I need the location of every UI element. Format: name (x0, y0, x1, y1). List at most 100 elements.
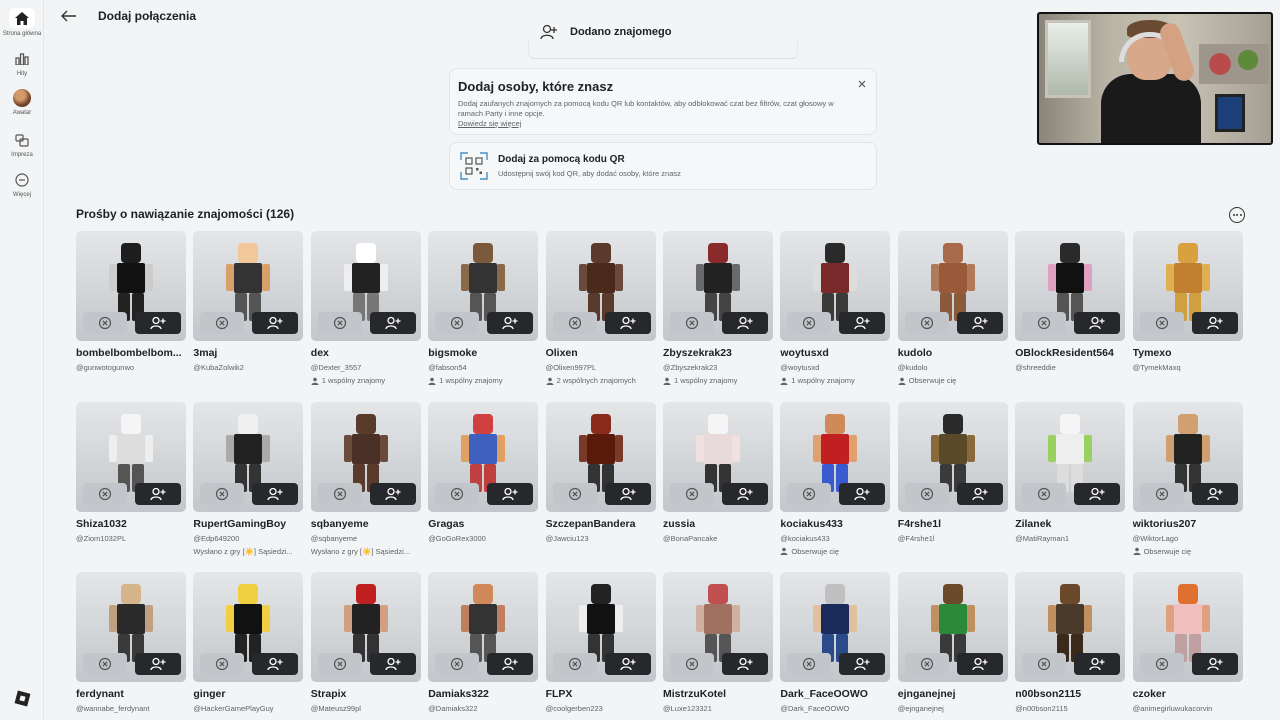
avatar-thumbnail[interactable] (897, 401, 1008, 512)
request-display-name[interactable]: MistrzuKotel (663, 688, 775, 700)
request-display-name[interactable]: n00bson2115 (1015, 688, 1127, 700)
accept-button[interactable] (1074, 653, 1121, 675)
friend-request-card[interactable]: kudolo @kudolo Obserwuje cię (897, 231, 1010, 385)
friend-request-card[interactable]: kociakus433 @kociakus433 Obserwuje cię (780, 401, 892, 556)
sidebar-item-home[interactable]: Strona główna (0, 8, 44, 44)
accept-button[interactable] (487, 482, 534, 505)
accept-button[interactable] (956, 653, 1003, 675)
decline-button[interactable] (1139, 312, 1184, 334)
decline-button[interactable] (1022, 482, 1067, 505)
request-display-name[interactable]: Tymexo (1133, 347, 1245, 359)
avatar-thumbnail[interactable] (1132, 401, 1243, 512)
sidebar-item-avatar[interactable]: Awatar (0, 89, 44, 125)
accept-button[interactable] (1191, 312, 1238, 334)
avatar-thumbnail[interactable] (1015, 231, 1126, 341)
avatar-thumbnail[interactable] (310, 572, 421, 682)
friend-request-card[interactable]: woytusxd @woytusxd 1 wspólny znajomy (780, 231, 891, 385)
friend-request-card[interactable]: ginger @HackerGamePlayGuy (193, 572, 305, 713)
decline-button[interactable] (904, 653, 949, 675)
close-icon[interactable] (856, 77, 868, 89)
request-display-name[interactable]: kociakus433 (780, 518, 892, 530)
accept-button[interactable] (839, 312, 886, 334)
sidebar-item-more[interactable]: Więcej (0, 171, 44, 207)
avatar-thumbnail[interactable] (193, 231, 304, 341)
friend-request-card[interactable]: ejnganejnej @ejnganejnej (897, 572, 1008, 713)
decline-button[interactable] (83, 653, 127, 675)
sidebar-item-charts[interactable]: Hity (0, 50, 44, 86)
request-display-name[interactable]: 3maj (193, 347, 305, 359)
friend-request-card[interactable]: bigsmoke @fabson54 1 wspólny znajomy (428, 231, 539, 385)
decline-button[interactable] (200, 482, 245, 505)
accept-button[interactable] (839, 653, 886, 675)
avatar-thumbnail[interactable] (310, 231, 421, 341)
friend-request-card[interactable]: ferdynant @wannabe_ferdynant (76, 572, 186, 713)
avatar-thumbnail[interactable] (76, 231, 186, 341)
avatar-thumbnail[interactable] (428, 401, 539, 512)
request-display-name[interactable]: OBlockResident564 (1015, 347, 1127, 359)
avatar-thumbnail[interactable] (545, 401, 656, 512)
decline-button[interactable] (904, 482, 949, 505)
accept-button[interactable] (135, 482, 181, 505)
avatar-thumbnail[interactable] (663, 231, 773, 341)
accept-button[interactable] (604, 653, 651, 675)
request-display-name[interactable]: wiktorius207 (1133, 518, 1245, 530)
decline-button[interactable] (200, 312, 245, 334)
request-display-name[interactable]: FLPX (546, 688, 658, 700)
friend-request-card[interactable]: MistrzuKotel @Luxe123321 (663, 572, 773, 713)
accept-button[interactable] (369, 653, 416, 675)
request-display-name[interactable]: kudolo (898, 347, 1010, 359)
avatar-thumbnail[interactable] (1132, 231, 1243, 341)
request-display-name[interactable]: bombelbombelbom... (76, 347, 188, 359)
avatar-thumbnail[interactable] (1132, 572, 1243, 682)
request-display-name[interactable]: dex (311, 347, 423, 359)
request-display-name[interactable]: ginger (193, 688, 305, 700)
request-display-name[interactable]: F4rshe1l (898, 518, 1010, 530)
decline-button[interactable] (83, 482, 127, 505)
accept-button[interactable] (1191, 653, 1238, 675)
accept-button[interactable] (252, 482, 299, 505)
avatar-thumbnail[interactable] (428, 231, 539, 341)
accept-button[interactable] (1074, 312, 1121, 334)
friend-request-card[interactable]: 3maj @KubaZolwik2 (193, 231, 305, 372)
decline-button[interactable] (552, 312, 597, 334)
request-display-name[interactable]: Damiaks322 (428, 688, 540, 700)
avatar-thumbnail[interactable] (76, 401, 186, 512)
request-display-name[interactable]: Olixen (546, 347, 658, 359)
decline-button[interactable] (1022, 312, 1067, 334)
decline-button[interactable] (670, 482, 714, 505)
decline-button[interactable] (787, 653, 832, 675)
avatar-thumbnail[interactable] (76, 572, 186, 682)
accept-button[interactable] (487, 653, 534, 675)
accept-button[interactable] (135, 312, 181, 334)
avatar-thumbnail[interactable] (545, 231, 656, 341)
avatar-thumbnail[interactable] (897, 572, 1008, 682)
accept-button[interactable] (487, 312, 534, 334)
decline-button[interactable] (1139, 653, 1184, 675)
avatar-thumbnail[interactable] (193, 572, 304, 682)
avatar-thumbnail[interactable] (780, 401, 891, 512)
friend-request-card[interactable]: Strapix @Mateusz99pl (310, 572, 421, 713)
friend-request-card[interactable]: Shiza1032 @Ziom1032PL (76, 401, 186, 543)
add-via-qr-button[interactable]: Dodaj za pomocą kodu QR Udostępnij swój … (449, 142, 877, 190)
friend-request-card[interactable]: sqbanyeme @sqbanyeme Wysłano z gry [☀️] Są… (310, 401, 421, 556)
request-display-name[interactable]: Zbyszekrak23 (663, 347, 775, 359)
request-display-name[interactable]: ferdynant (76, 688, 188, 700)
friend-request-card[interactable]: SzczepanBandera @Jawciu123 (545, 401, 656, 543)
friend-request-card[interactable]: F4rshe1l @F4rshe1l (897, 401, 1010, 543)
friend-request-card[interactable]: Damiaks322 @Damiaks322 (428, 572, 540, 713)
more-options-button[interactable] (1229, 207, 1245, 223)
friend-request-card[interactable]: Gragas @GoGoRex3000 (428, 401, 539, 543)
roblox-logo-icon[interactable] (14, 690, 31, 707)
accept-button[interactable] (369, 312, 416, 334)
decline-button[interactable] (1022, 653, 1067, 675)
accept-button[interactable] (369, 482, 416, 505)
accept-button[interactable] (252, 312, 299, 334)
friend-request-card[interactable]: wiktorius207 @WiktorLago Obserwuje cię (1132, 401, 1245, 556)
avatar-thumbnail[interactable] (310, 401, 421, 512)
avatar-thumbnail[interactable] (897, 231, 1008, 341)
accept-button[interactable] (956, 312, 1003, 334)
decline-button[interactable] (200, 653, 245, 675)
accept-button[interactable] (722, 653, 768, 675)
accept-button[interactable] (956, 482, 1003, 505)
accept-button[interactable] (1191, 482, 1238, 505)
